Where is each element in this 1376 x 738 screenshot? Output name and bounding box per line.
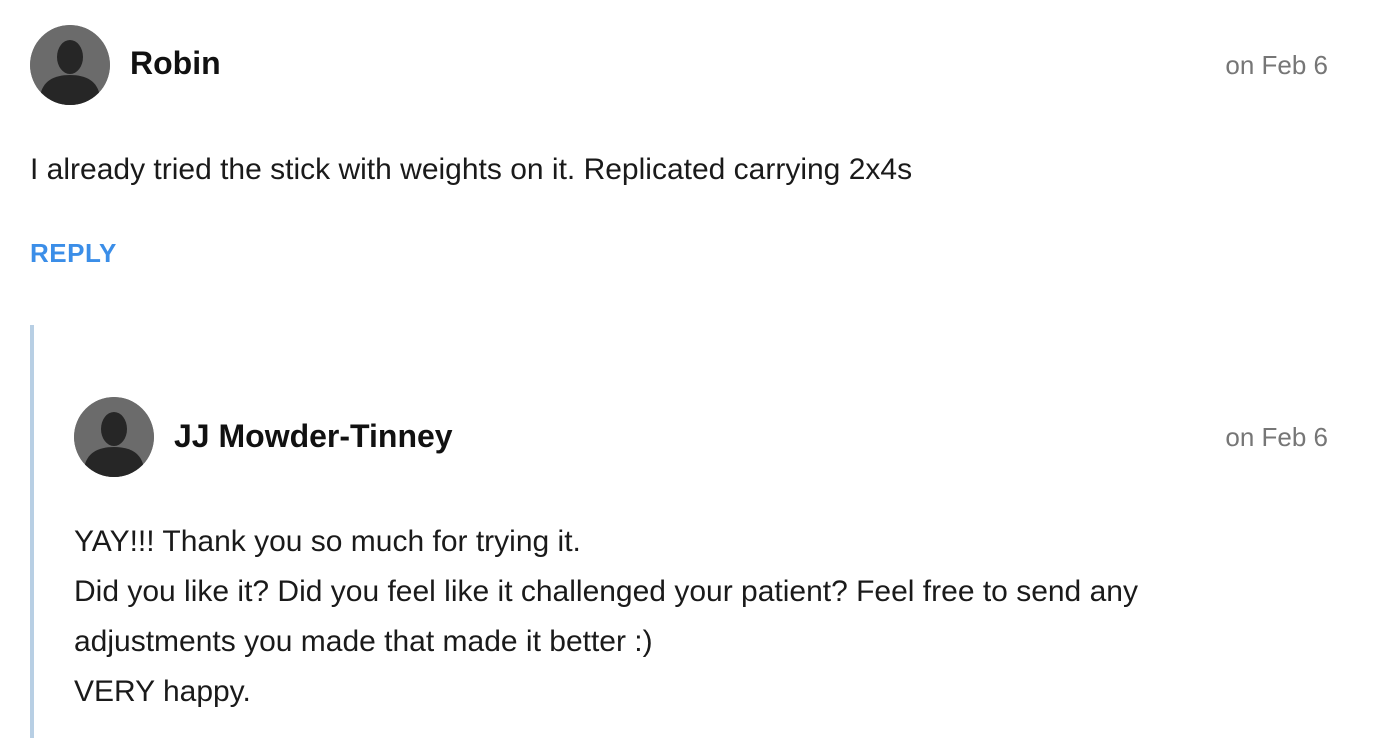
avatar[interactable] <box>30 25 110 105</box>
reply-thread-line <box>30 325 34 738</box>
comment-thread: Robin on Feb 6 I already tried the stick… <box>0 0 1376 738</box>
comment-text-line: adjustments you made that made it better… <box>74 625 653 658</box>
user-silhouette-icon <box>74 397 154 477</box>
author-name[interactable]: Robin <box>130 43 221 83</box>
reply-button[interactable]: REPLY <box>30 236 117 270</box>
avatar[interactable] <box>74 397 154 477</box>
comment-text-line: YAY!!! Thank you so much for trying it. <box>74 525 581 558</box>
comment-date: on Feb 6 <box>1225 50 1328 80</box>
comment-body: YAY!!! Thank you so much for trying it. … <box>74 517 1138 717</box>
comment-body: I already tried the stick with weights o… <box>30 145 912 195</box>
comment-text-line: VERY happy. <box>74 675 251 708</box>
comment-text-line: Did you like it? Did you feel like it ch… <box>74 575 1138 608</box>
comment-date: on Feb 6 <box>1225 422 1328 452</box>
comment-text-line: I already tried the stick with weights o… <box>30 153 913 186</box>
user-silhouette-icon <box>30 25 110 105</box>
author-name[interactable]: JJ Mowder-Tinney <box>174 416 453 456</box>
